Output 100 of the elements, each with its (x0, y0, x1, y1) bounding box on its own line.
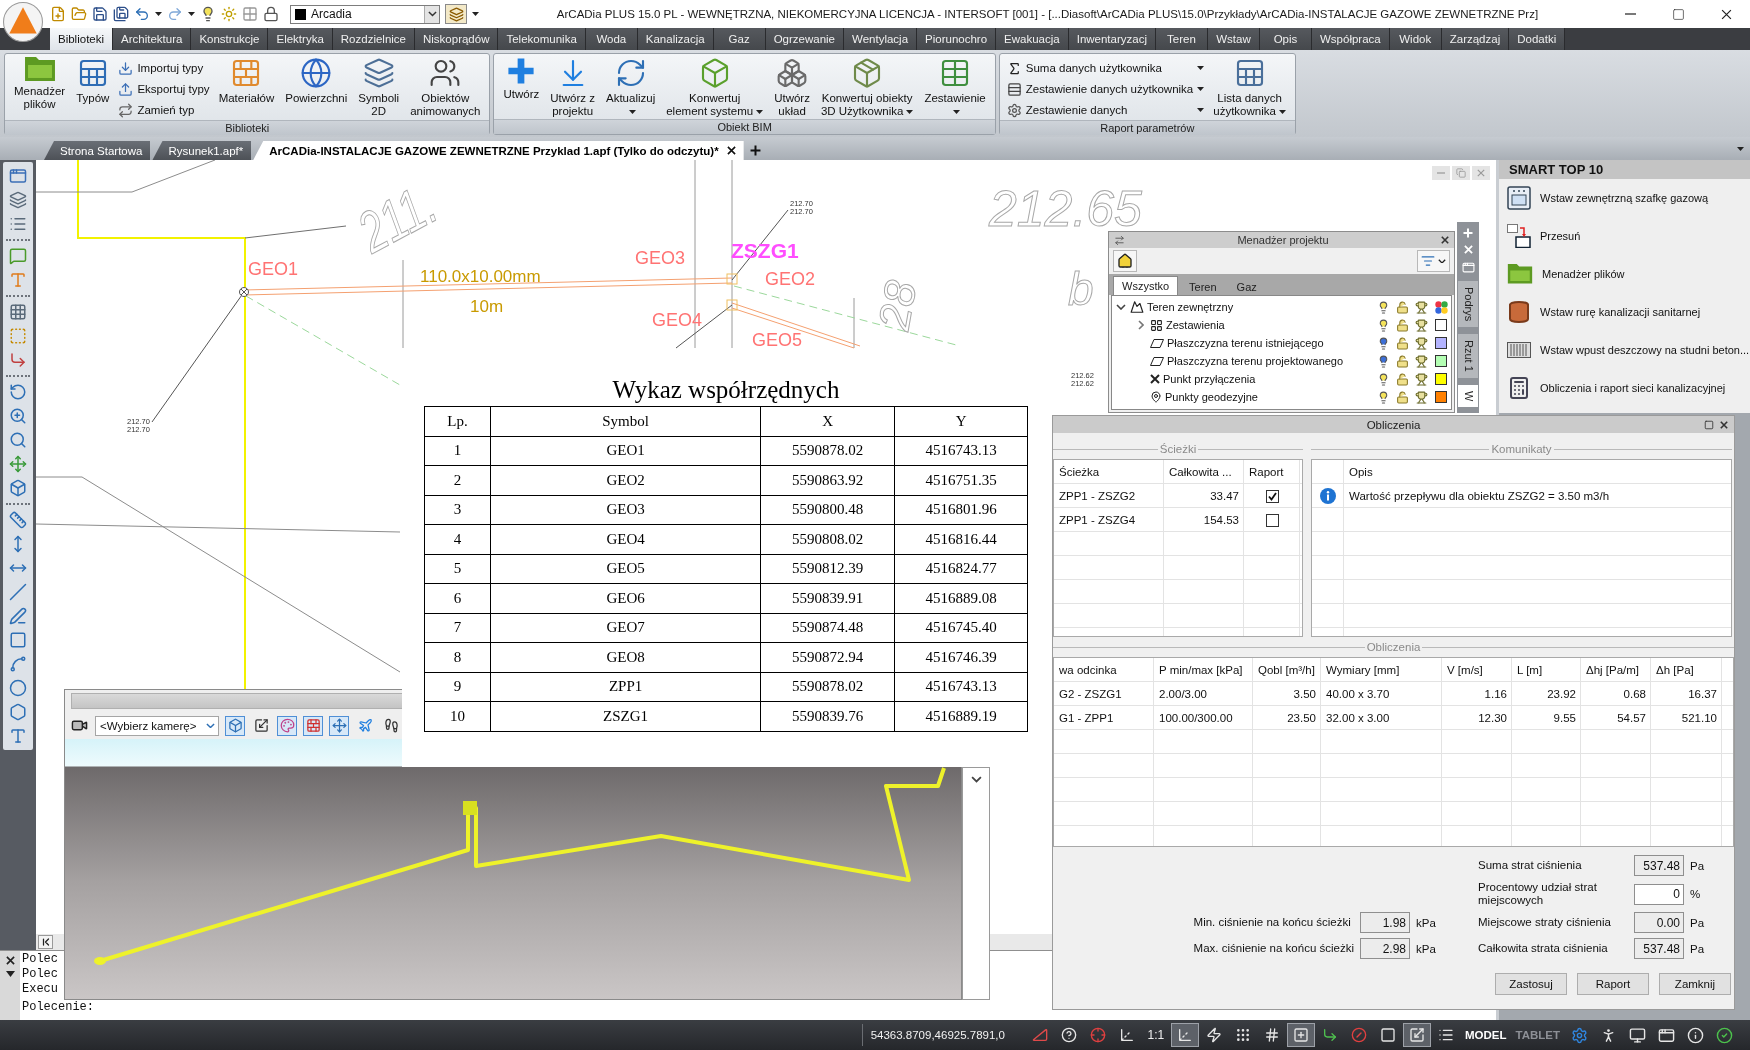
view-tab[interactable]: W (1458, 385, 1478, 408)
layer-button[interactable] (445, 4, 467, 24)
ribbon-button[interactable]: Obiektów animowanych (405, 57, 486, 118)
dialog-button[interactable]: Zastosuj (1495, 973, 1567, 995)
ribbon-tab[interactable]: Współpraca (1312, 28, 1390, 50)
folder-open-icon[interactable] (71, 6, 87, 22)
color-swatch-icon[interactable] (1435, 355, 1447, 367)
ribbon-button[interactable]: Symboli 2D (353, 57, 405, 118)
unlock-icon[interactable] (1396, 354, 1409, 368)
tree-item[interactable]: Punkt przyłączenia (1163, 373, 1256, 385)
ribbon-button[interactable]: Utwórz (498, 57, 545, 101)
caret-icon[interactable] (5, 971, 15, 977)
filter-button[interactable] (1417, 250, 1450, 272)
tree-item[interactable]: Płaszczyzna terenu istniejącego (1167, 337, 1324, 349)
color-swatch-icon[interactable] (1435, 373, 1447, 385)
tree-item[interactable]: Zestawienia (1166, 319, 1225, 331)
unlock-icon[interactable] (1396, 372, 1409, 386)
cup-icon[interactable] (1415, 390, 1428, 404)
value-field[interactable]: 0.00 (1634, 912, 1684, 933)
close-icon[interactable] (5, 956, 15, 965)
ribbon-tab[interactable]: Ogrzewanie (765, 28, 844, 50)
ribbon-button[interactable]: Zestawienie danych użytkownika (1003, 79, 1208, 99)
new-file-icon[interactable] (50, 6, 66, 22)
ribbon-tab[interactable]: Zarządzaj (1441, 28, 1510, 50)
unlock-icon[interactable] (1396, 318, 1409, 332)
bulb-icon[interactable] (1377, 300, 1390, 314)
dialog-button[interactable]: Raport (1577, 973, 1649, 995)
ribbon-tab[interactable]: Teren (1156, 28, 1208, 50)
space-tab[interactable]: TABLET (1511, 1023, 1564, 1047)
tree-item[interactable]: Teren zewnętrzny (1147, 301, 1234, 313)
ribbon-button[interactable]: Aktualizuj (601, 57, 661, 118)
pen-icon[interactable] (9, 607, 27, 625)
color-dots-icon[interactable] (1434, 300, 1448, 314)
view-tab[interactable]: Rzut 1 (1458, 334, 1478, 379)
color-swatch-icon[interactable] (1435, 319, 1447, 331)
smart-item[interactable]: Wstaw zewnętrzną szafkę gazową (1499, 179, 1750, 217)
ribbon-tab[interactable]: Telekomunika (498, 28, 586, 50)
document-tab[interactable]: Rysunek1.apf* (152, 141, 252, 160)
search-icon[interactable] (9, 431, 27, 449)
scale-button[interactable]: 1:1 (1141, 1023, 1170, 1047)
rotate-icon[interactable] (9, 383, 27, 401)
grid-icon[interactable] (9, 303, 27, 321)
dropdown-button[interactable] (424, 5, 439, 23)
circle-icon[interactable] (9, 679, 27, 697)
ribbon-button[interactable]: Suma danych użytkownika (1003, 58, 1208, 78)
view-tab[interactable]: Podrys (1458, 281, 1478, 328)
grid-icon[interactable] (242, 6, 258, 22)
smart-item[interactable]: Wstaw rurę kanalizacji sanitarnej (1499, 293, 1750, 331)
ribbon-tab[interactable]: Ewakuacja (996, 28, 1069, 50)
window-icon[interactable] (9, 167, 27, 185)
undo-icon[interactable] (134, 6, 150, 22)
color-swatch-icon[interactable] (1435, 337, 1447, 349)
window-icon[interactable] (1461, 261, 1475, 274)
cube-icon[interactable] (9, 479, 27, 497)
caret-icon[interactable] (472, 12, 479, 16)
letter-icon[interactable] (9, 727, 27, 745)
maximize-icon[interactable] (1704, 419, 1714, 430)
ribbon-tab[interactable]: Kanalizacja (637, 28, 714, 50)
scroll-first-button[interactable] (38, 935, 53, 949)
ribbon-tab[interactable]: Gaz (713, 28, 766, 50)
ribbon-button[interactable]: Utwórz z projektu (545, 57, 600, 118)
hexagon-icon[interactable] (9, 703, 27, 721)
caret-icon[interactable] (155, 12, 162, 16)
unlock-icon[interactable] (1396, 336, 1409, 350)
save-icon[interactable] (92, 6, 108, 22)
ribbon-tab[interactable]: Dodatki (1509, 28, 1566, 50)
plus-icon[interactable] (1463, 228, 1473, 238)
panel-tab[interactable]: Wszystko (1113, 276, 1179, 295)
value-field[interactable]: 1.98 (1360, 912, 1410, 933)
value-field[interactable]: 537.48 (1634, 855, 1684, 876)
unlock-icon[interactable] (1396, 390, 1409, 404)
ribbon-tab[interactable]: Rozdzielnice (332, 28, 415, 50)
ribbon-button[interactable]: Konwertuj element systemu (661, 57, 769, 118)
close-icon[interactable] (1441, 236, 1449, 244)
tree-item[interactable]: Płaszczyzna terenu projektowanego (1167, 355, 1344, 367)
smart-item[interactable]: Menadżer plików (1499, 255, 1750, 293)
ribbon-tab[interactable]: Piorunochro (917, 28, 997, 50)
status-toggle[interactable] (1170, 1023, 1199, 1047)
close-icon[interactable] (1720, 420, 1728, 429)
chevron-right-icon[interactable] (1138, 320, 1144, 330)
ribbon-button[interactable]: Zamień typ (115, 100, 213, 120)
zoom-in-icon[interactable] (9, 407, 27, 425)
house-button[interactable] (1113, 250, 1137, 272)
ribbon-button[interactable]: Materiałów (213, 57, 280, 105)
ribbon-button[interactable]: Utwórz układ (769, 57, 815, 118)
tree-item[interactable]: Punkty geodezyjne (1165, 391, 1258, 403)
dialog-button[interactable]: Zamknij (1659, 973, 1731, 995)
smart-item[interactable]: Obliczenia i raport sieci kanalizacyjnej (1499, 369, 1750, 407)
ribbon-button[interactable]: Zestawienie (919, 57, 991, 118)
close-icon[interactable] (726, 146, 736, 155)
move-icon[interactable] (9, 455, 27, 473)
ribbon-button[interactable]: Powierzchni (280, 57, 353, 105)
camera-select[interactable]: <Wybierz kamerę> (95, 715, 219, 736)
ribbon-tab[interactable]: Niskoprądów (415, 28, 499, 50)
document-tab[interactable]: ArCADia-INSTALACJE GAZOWE ZEWNETRZNE Przyklad 1.apf (Tylko do odczytu)* (253, 141, 744, 160)
space-tab[interactable]: MODEL (1460, 1023, 1511, 1047)
cup-icon[interactable] (1415, 354, 1428, 368)
bulb-icon[interactable] (1377, 372, 1390, 386)
message-icon[interactable] (9, 247, 27, 265)
cup-icon[interactable] (1415, 336, 1428, 350)
